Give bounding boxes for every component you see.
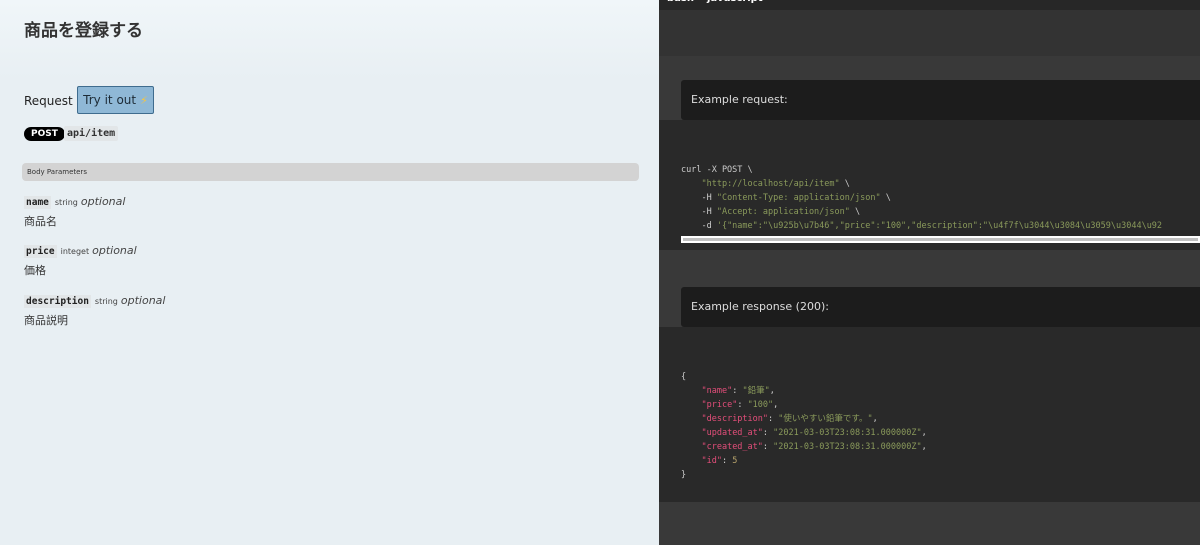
param-description-field: description string optional 商品説明 — [24, 289, 165, 328]
scrollbar-thumb[interactable] — [683, 238, 1198, 241]
code-sample-panel: bash javascript Example request: curl -X… — [659, 0, 1200, 545]
example-request-heading: Example request: — [681, 80, 1200, 120]
lightning-icon: ⚡ — [140, 93, 148, 107]
param-description: 商品名 — [24, 215, 57, 228]
endpoint-path: api/item — [64, 126, 119, 141]
param-optional: optional — [120, 294, 166, 307]
param-price: price integet optional 価格 — [24, 239, 137, 278]
example-response-heading: Example response (200): — [681, 287, 1200, 327]
param-optional: optional — [92, 244, 137, 257]
response-json: { "name": "鉛筆", "price": "100", "descrip… — [681, 372, 927, 480]
param-key: price — [24, 245, 57, 258]
tab-bar — [659, 10, 1200, 56]
param-name: name string optional 商品名 — [24, 190, 125, 229]
tab-bash[interactable]: bash — [667, 0, 694, 4]
param-type: string — [54, 198, 78, 207]
docs-content: 商品を登録する Request Try it out ⚡ POST api/it… — [0, 0, 659, 545]
request-code-block: curl -X POST \ "http://localhost/api/ite… — [659, 120, 1200, 250]
param-description: 価格 — [24, 264, 46, 277]
language-tabs: bash javascript — [659, 0, 1200, 10]
method-badge: POST — [24, 127, 65, 141]
param-key: name — [24, 196, 51, 209]
body-parameters-heading: Body Parameters — [22, 163, 639, 181]
try-it-out-label: Try it out — [83, 93, 137, 107]
curl-code: curl -X POST \ "http://localhost/api/ite… — [681, 165, 1163, 231]
param-description: 商品説明 — [24, 314, 68, 327]
code-horizontal-scrollbar[interactable] — [681, 236, 1200, 243]
page-title: 商品を登録する — [24, 21, 143, 41]
request-label: Request — [24, 94, 73, 108]
param-type: string — [94, 297, 118, 306]
param-key: description — [24, 295, 91, 308]
param-type: integet — [60, 247, 90, 256]
try-it-out-button[interactable]: Try it out ⚡ — [77, 86, 154, 114]
tab-javascript[interactable]: javascript — [707, 0, 763, 4]
param-optional: optional — [80, 195, 126, 208]
response-code-block: { "name": "鉛筆", "price": "100", "descrip… — [659, 327, 1200, 502]
